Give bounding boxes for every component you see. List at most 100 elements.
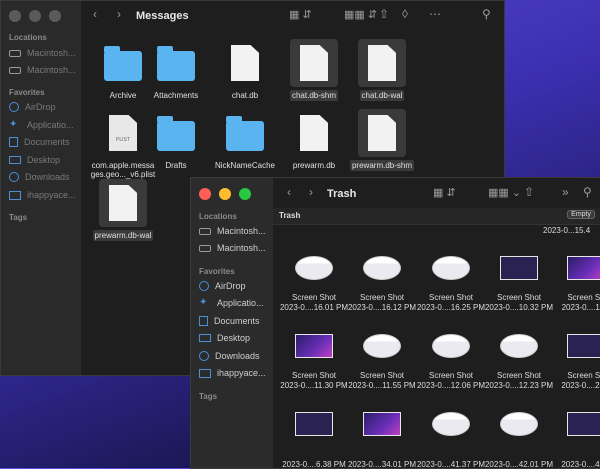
document-icon [300,45,328,81]
sidebar-item-applications[interactable]: ✦ Applicatio... [9,118,74,132]
file-item[interactable]: prewarm.db-shm [346,109,418,172]
minimize-button[interactable] [29,10,41,22]
item-date: 2023-0....12.23 PM [484,380,554,390]
file-item[interactable]: Drafts [140,109,212,171]
sidebar-item-airdrop[interactable]: AirDrop [199,279,246,293]
more-toolbar-icon[interactable]: » [562,185,569,199]
sidebar-item-downloads[interactable]: Downloads [9,170,70,184]
forward-icon[interactable]: › [309,185,313,199]
sidebar-item-macintosh-2[interactable]: Macintosh... [9,63,76,77]
locations-header: Locations [199,212,237,221]
drive-icon [199,244,211,252]
back-icon[interactable]: ‹ [93,7,97,21]
file-item[interactable]: prewarm.db [278,109,350,171]
screenshot-item[interactable]: Screen Shot 2023-0....11.30 PM [279,371,349,390]
screenshot-thumbnail[interactable] [432,412,470,436]
path-label: Trash [279,211,301,220]
grid-view-icon[interactable]: ▦ ⇵ [289,8,312,21]
sidebar-item-documents[interactable]: Documents [199,314,260,328]
tag-icon[interactable]: ◊ [402,7,408,21]
file-name: chat.db [231,91,259,100]
file-name: Attachments [153,91,199,100]
screenshot-thumbnail[interactable] [432,256,470,280]
zoom-button[interactable] [239,188,251,200]
screenshot-thumbnail[interactable] [567,412,600,436]
forward-icon[interactable]: › [117,7,121,21]
back-icon[interactable]: ‹ [287,185,291,199]
group-icon[interactable]: ▦▦ ⇵ [344,8,377,21]
screenshot-thumbnail[interactable] [432,334,470,358]
airdrop-icon [9,102,19,112]
sidebar-item-home[interactable]: ihappyace... [199,366,266,380]
sidebar-item-desktop[interactable]: Desktop [199,331,250,345]
group-icon[interactable]: ▦▦ ⌄ [488,186,521,199]
zoom-button[interactable] [49,10,61,22]
screenshot-thumbnail[interactable] [363,334,401,358]
screenshot-item[interactable]: Screen Shot 2023-0....11.55 PM [347,371,417,390]
file-name: NickNameCache [214,161,276,170]
close-button[interactable] [199,188,211,200]
file-item[interactable]: NickNameCache [209,109,281,171]
home-icon [9,190,21,200]
desktop-icon [199,334,211,342]
sidebar-item-applications[interactable]: ✦ Applicatio... [199,296,264,310]
item-date: 2023-0....12.06 PM [416,380,486,390]
share-icon[interactable]: ⇧ [379,7,389,21]
screenshot-item[interactable]: Screen Shot 2023-0....16.25 PM [416,293,486,312]
item-name: Screen Shot [428,371,474,380]
downloads-icon [199,351,209,361]
applications-icon: ✦ [199,297,208,308]
screenshot-thumbnail[interactable] [567,334,600,358]
file-name: prewarm.db-wal [92,230,154,242]
screenshot-item[interactable]: Screen Shot 2023-0....16.01 PM [279,293,349,312]
empty-trash-button[interactable]: Empty [567,210,595,219]
close-button[interactable] [9,10,21,22]
partial-item-label: 2023-0...15.4 [543,226,591,235]
screenshot-thumbnail[interactable] [567,256,600,280]
file-item[interactable]: prewarm.db-wal [87,179,159,242]
document-icon [300,115,328,151]
search-icon[interactable]: ⚲ [583,185,592,199]
sidebar-item-macintosh-1[interactable]: Macintosh... [9,46,76,60]
sidebar-item-documents[interactable]: Documents [9,135,70,149]
file-item[interactable]: chat.db-shm [278,39,350,102]
file-item[interactable]: chat.db [209,39,281,101]
document-icon [368,45,396,81]
item-date: 2023-0....21.2 [561,380,600,390]
sidebar-item-home[interactable]: ihappyace... [9,188,76,202]
screenshot-thumbnail[interactable] [363,412,401,436]
share-icon[interactable]: ⇧ [524,185,534,199]
file-item[interactable]: Attachments [140,39,212,101]
screenshot-thumbnail[interactable] [295,412,333,436]
screenshot-item[interactable]: Screen Shot 2023-0....12.23 PM [484,371,554,390]
more-icon[interactable]: ⋯ [429,7,441,21]
sidebar-item-airdrop[interactable]: AirDrop [9,100,56,114]
screenshot-item[interactable]: Screen Shot 2023-0....16.12 PM [347,293,417,312]
screenshot-item[interactable]: Screen Shot 2023-0....12.06 PM [416,371,486,390]
sidebar-item-downloads[interactable]: Downloads [199,349,260,363]
drive-icon [9,66,21,74]
screenshot-thumbnail[interactable] [363,256,401,280]
screenshot-thumbnail[interactable] [500,256,538,280]
screenshot-thumbnail[interactable] [295,256,333,280]
airdrop-icon [199,281,209,291]
search-icon[interactable]: ⚲ [482,7,491,21]
sidebar-item-macintosh-1[interactable]: Macintosh... [199,224,266,238]
grid-view-icon[interactable]: ▦ ⇵ [433,186,456,199]
screenshot-thumbnail[interactable] [500,334,538,358]
drive-icon [199,227,211,235]
applications-icon: ✦ [9,119,18,130]
item-date: 2023-0....10.32 PM [484,302,554,312]
sidebar-item-desktop[interactable]: Desktop [9,153,60,167]
file-item[interactable]: chat.db-wal [346,39,418,102]
screenshot-item[interactable]: Screen Shot 2023-0....10.32 PM [484,293,554,312]
minimize-button[interactable] [219,188,231,200]
screenshot-item[interactable]: Screen Sh2023-0....21.2 [551,371,600,390]
favorites-header: Favorites [9,88,45,97]
sidebar-item-macintosh-2[interactable]: Macintosh... [199,241,266,255]
screenshot-thumbnail[interactable] [295,334,333,358]
screenshot-thumbnail[interactable] [500,412,538,436]
screenshot-item[interactable]: Screen Sh2023-0....11.0 [551,293,600,312]
window-title: Trash [327,188,357,200]
item-name: Screen Sh [567,293,600,302]
